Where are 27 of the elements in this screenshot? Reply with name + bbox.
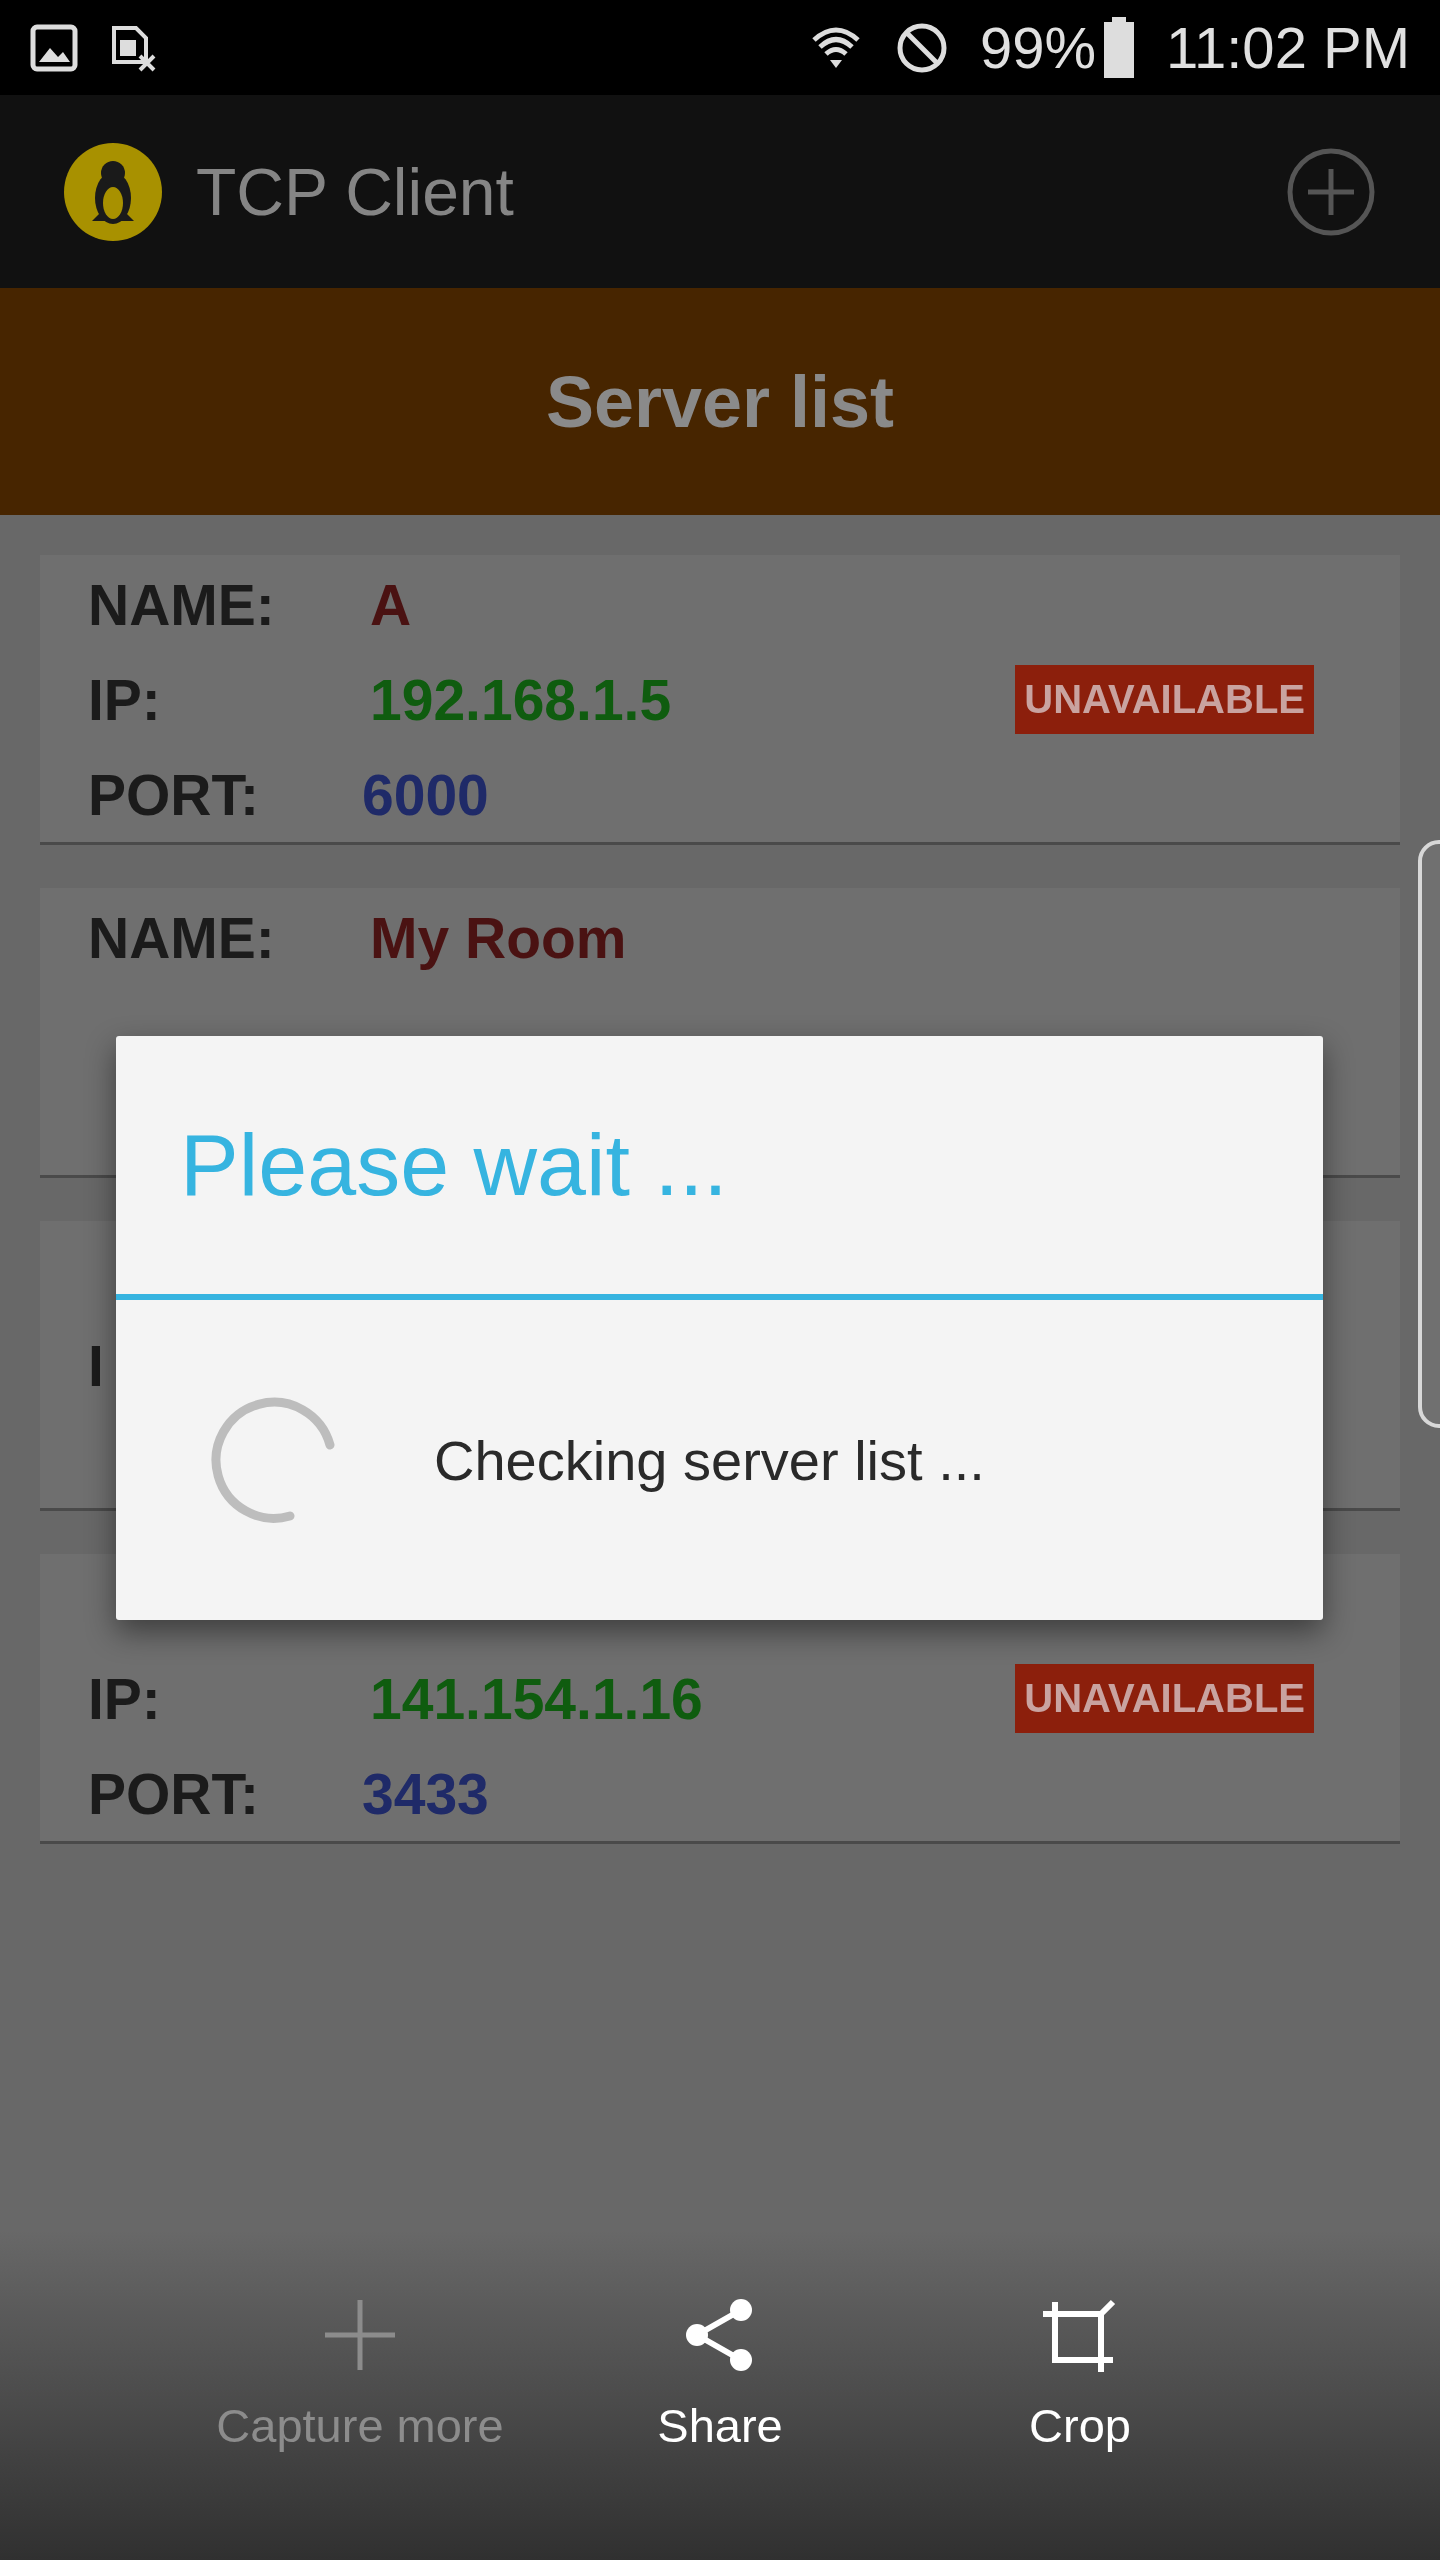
name-label: NAME: xyxy=(88,571,276,638)
status-badge: UNAVAILABLE xyxy=(1015,665,1314,734)
add-icon[interactable] xyxy=(1286,146,1376,237)
page-title: Server list xyxy=(545,360,895,443)
gallery-icon xyxy=(30,23,78,72)
ip-label: I xyxy=(88,1332,105,1399)
ip-address: 141.154.1.16 xyxy=(370,1665,703,1732)
server-name: A xyxy=(370,571,412,638)
ip-label: IP: xyxy=(88,666,162,733)
toolbar-button[interactable]: Crop xyxy=(900,2290,1260,2560)
status-badge: UNAVAILABLE xyxy=(1015,1664,1314,1733)
server-name: My Room xyxy=(370,904,627,971)
toolbar-button[interactable]: Share xyxy=(540,2290,900,2560)
port-number: 6000 xyxy=(362,761,489,828)
port-number: 3433 xyxy=(362,1760,489,1827)
dialog-message: Checking server list ... xyxy=(434,1427,985,1493)
port-label: PORT: xyxy=(88,1760,260,1827)
penguin-icon xyxy=(64,142,162,241)
server-card[interactable]: NAME: A IP: 192.168.1.5 UNAVAILABLE PORT: 6000 xyxy=(40,555,1400,845)
app-title: TCP Client xyxy=(196,153,514,230)
ip-label: IP: xyxy=(88,1665,162,1732)
battery-icon xyxy=(1102,16,1137,79)
ip-address: 192.168.1.5 xyxy=(370,666,672,733)
clock: 11:02 PM xyxy=(1166,14,1410,81)
battery-percent: 99% xyxy=(979,14,1097,81)
port-label: PORT: xyxy=(88,761,260,828)
name-label: NAME: xyxy=(88,904,276,971)
